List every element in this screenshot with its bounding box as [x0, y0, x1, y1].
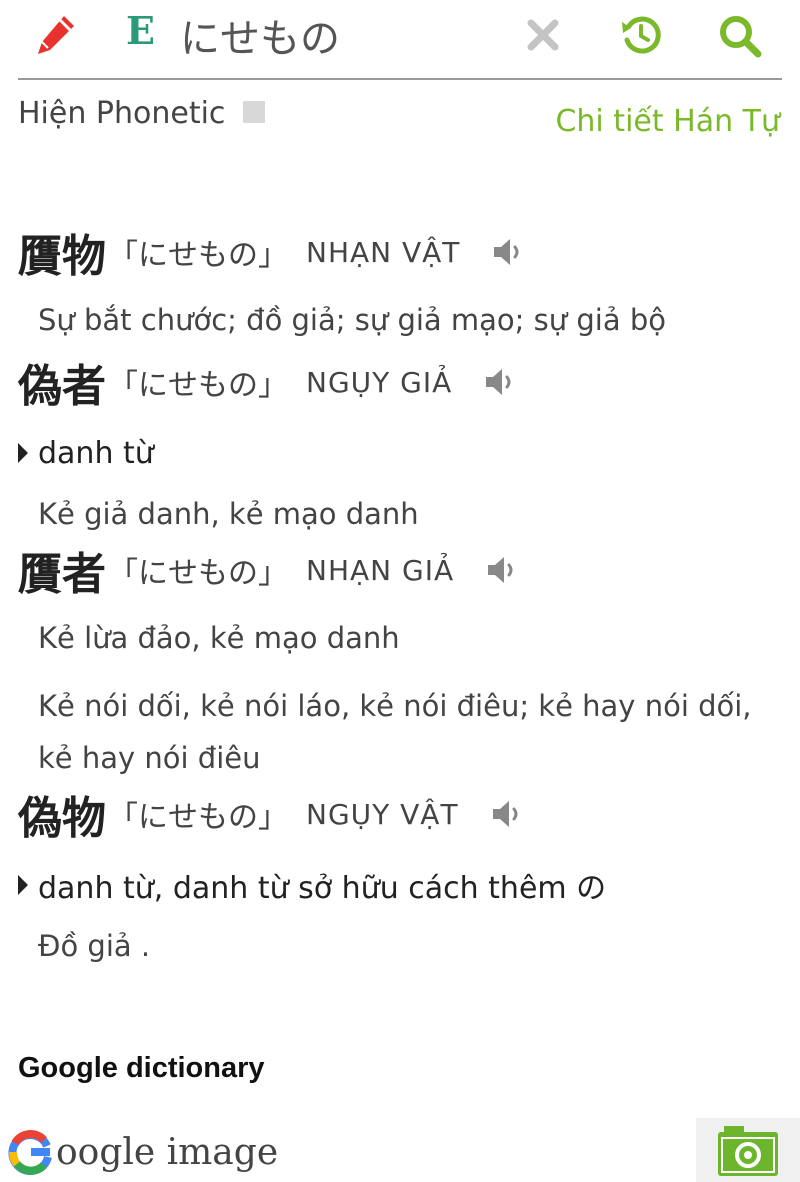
part-of-speech-label: danh từ, danh từ sở hữu cách thêm の — [38, 871, 607, 906]
entry-meaning: Kẻ giả danh, kẻ mạo danh — [38, 497, 419, 531]
pencil-icon[interactable] — [34, 12, 78, 56]
triangle-icon — [18, 443, 28, 463]
history-icon[interactable] — [620, 14, 662, 56]
language-toggle-button[interactable]: E — [126, 8, 155, 53]
entry-hanviet: NGỤY VẬT — [306, 797, 459, 831]
triangle-icon — [18, 875, 28, 895]
entry-header: 偽物 「にせもの」 NGỤY VẬT — [18, 784, 782, 844]
search-input[interactable]: にせもの — [180, 6, 340, 64]
speaker-icon[interactable] — [490, 234, 526, 270]
google-dictionary-link[interactable]: Google dictionary — [18, 1052, 265, 1085]
clear-icon[interactable] — [526, 18, 560, 52]
google-g-icon — [8, 1130, 52, 1175]
part-of-speech-label: danh từ — [38, 435, 154, 471]
entry-meaning: Kẻ nói dối, kẻ nói láo, kẻ nói điêu; kẻ … — [38, 689, 752, 775]
entry-reading: 「にせもの」 — [108, 238, 288, 273]
phonetic-toggle[interactable]: Hiện Phonetic — [18, 96, 266, 131]
header-divider — [18, 78, 782, 80]
entry-header: 贋者 「にせもの」 NHẠN GIẢ — [18, 540, 782, 600]
part-of-speech: danh từ, danh từ sở hữu cách thêm の — [18, 860, 782, 910]
entry-reading: 「にせもの」 — [108, 368, 288, 403]
entry-hanviet: NHẠN VẬT — [306, 235, 461, 269]
entry: 贋者 「にせもの」 NHẠN GIẢ Kẻ lừa đảo, kẻ mạo da… — [18, 540, 782, 784]
entry-kanji: 贋者 — [18, 549, 106, 600]
entry-meaning: Kẻ lừa đảo, kẻ mạo danh — [38, 621, 400, 655]
speaker-icon[interactable] — [489, 796, 525, 832]
google-image-link[interactable]: oogle image — [8, 1124, 278, 1180]
entry-kanji: 偽物 — [18, 793, 106, 844]
speaker-icon[interactable] — [484, 552, 520, 588]
top-bar: E にせもの — [0, 0, 800, 80]
entry-hanviet: NHẠN GIẢ — [306, 553, 455, 587]
entry-hanviet: NGỤY GIẢ — [306, 365, 453, 399]
camera-icon — [718, 1126, 778, 1176]
entry-reading: 「にせもの」 — [108, 800, 288, 835]
phonetic-label: Hiện Phonetic — [18, 96, 226, 131]
entry-kanji: 偽者 — [18, 361, 106, 412]
speaker-icon[interactable] — [482, 364, 518, 400]
entry-list: 贋物 「にせもの」 NHẠN VẬT Sự bắt chước; đồ giả;… — [18, 222, 782, 972]
camera-button[interactable] — [696, 1118, 800, 1182]
google-image-label: oogle image — [56, 1131, 279, 1173]
entry-reading: 「にせもの」 — [108, 556, 288, 591]
entry: 偽者 「にせもの」 NGỤY GIẢ danh từ Kẻ giả danh, … — [18, 352, 782, 540]
part-of-speech: danh từ — [18, 428, 782, 478]
search-icon[interactable] — [718, 14, 762, 58]
entry: 贋物 「にせもの」 NHẠN VẬT Sự bắt chước; đồ giả;… — [18, 222, 782, 346]
entry-header: 偽者 「にせもの」 NGỤY GIẢ — [18, 352, 782, 412]
entry-meaning: Sự bắt chước; đồ giả; sự giả mạo; sự giả… — [38, 303, 666, 337]
phonetic-checkbox[interactable] — [243, 100, 266, 123]
kanji-detail-link[interactable]: Chi tiết Hán Tự — [555, 104, 780, 139]
entry-kanji: 贋物 — [18, 231, 106, 282]
entry: 偽物 「にせもの」 NGỤY VẬT danh từ, danh từ sở h… — [18, 784, 782, 972]
entry-meaning: Đồ giả . — [38, 929, 151, 963]
entry-header: 贋物 「にせもの」 NHẠN VẬT — [18, 222, 782, 282]
